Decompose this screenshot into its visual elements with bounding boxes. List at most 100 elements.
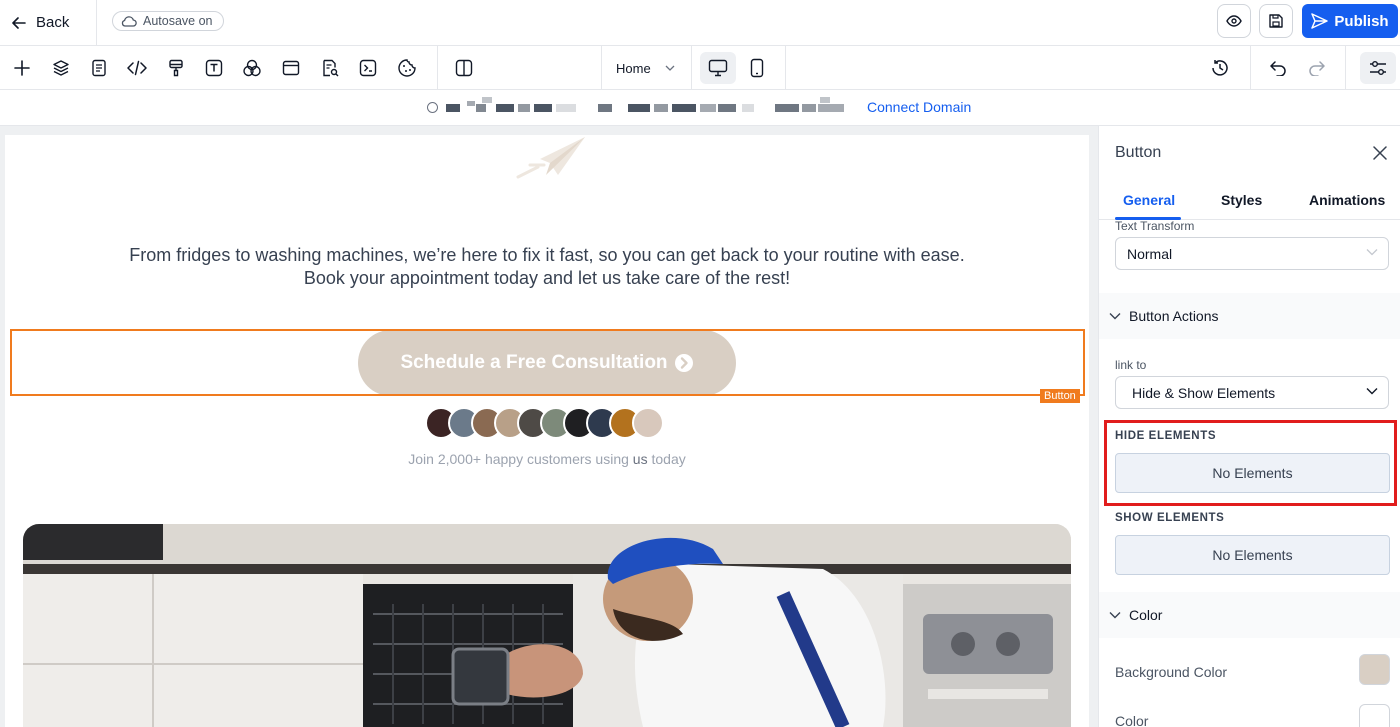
avatar: [632, 407, 664, 439]
join-text-prefix: Join 2,000+ happy customers using: [408, 451, 633, 467]
desktop-view-button[interactable]: [700, 52, 736, 84]
cookie-button[interactable]: [395, 56, 419, 80]
chevron-down-icon: [1366, 388, 1378, 395]
customer-avatars: [425, 407, 685, 439]
plus-icon: [14, 60, 30, 76]
connect-domain-link[interactable]: Connect Domain: [867, 99, 971, 115]
publish-label: Publish: [1334, 12, 1389, 30]
preview-button[interactable]: [1217, 4, 1251, 38]
sections-button[interactable]: [279, 56, 303, 80]
intro-text-line-2: Book your appointment today and let us t…: [303, 268, 791, 288]
link-to-select[interactable]: Hide & Show Elements: [1115, 376, 1389, 409]
editor-canvas: From fridges to washing machines, we’re …: [0, 126, 1098, 727]
styles-button[interactable]: [164, 56, 188, 80]
background-color-label: Background Color: [1115, 664, 1228, 680]
layers-button[interactable]: [49, 56, 73, 80]
text-color-swatch[interactable]: [1359, 704, 1390, 727]
color-section-toggle[interactable]: Color: [1099, 592, 1400, 638]
chevron-down-icon: [665, 65, 675, 71]
save-button[interactable]: [1259, 4, 1293, 38]
colors-button[interactable]: [240, 56, 264, 80]
intro-text[interactable]: From fridges to washing machines, we’re …: [5, 244, 1089, 290]
save-icon: [1269, 14, 1283, 28]
page-selector-value: Home: [616, 60, 651, 76]
color-label: Color: [1115, 713, 1149, 727]
technician-hero-image[interactable]: [23, 524, 1071, 727]
link-to-value: Hide & Show Elements: [1132, 384, 1276, 401]
toolbar-divider: [1345, 46, 1346, 90]
terminal-button[interactable]: [356, 56, 380, 80]
button-actions-section-toggle[interactable]: Button Actions: [1099, 293, 1400, 339]
panel-title: Button: [1115, 144, 1162, 161]
show-elements-label: SHOW ELEMENTS: [1115, 512, 1225, 524]
toolbar-divider: [437, 46, 438, 90]
history-button[interactable]: [1208, 56, 1232, 80]
settings-panel-button[interactable]: [1360, 52, 1396, 84]
colors-icon: [243, 59, 261, 77]
text-transform-select[interactable]: Normal: [1115, 237, 1389, 270]
history-icon: [1212, 60, 1228, 76]
selected-element-tag: Button: [1040, 389, 1080, 403]
paper-plane-icon: [516, 137, 585, 179]
tab-styles[interactable]: Styles: [1221, 192, 1262, 208]
seo-icon: [323, 59, 339, 77]
undo-icon: [1270, 61, 1286, 76]
toolbar-divider: [785, 46, 786, 90]
undo-button[interactable]: [1266, 56, 1290, 80]
pages-button[interactable]: [87, 56, 111, 80]
chevron-down-icon: [1109, 612, 1121, 619]
tab-animations[interactable]: Animations: [1309, 192, 1385, 208]
text-icon: [205, 59, 223, 77]
split-view-icon: [455, 59, 473, 77]
page-selector[interactable]: Home: [616, 46, 690, 90]
annotation-highlight: [1104, 420, 1397, 506]
arrow-left-icon: [12, 16, 26, 29]
desktop-icon: [708, 59, 728, 77]
toolbar-divider: [691, 46, 692, 90]
top-bar: Back Autosave on Publish: [0, 0, 1400, 46]
link-to-label: link to: [1115, 358, 1147, 372]
publish-button[interactable]: Publish: [1302, 4, 1398, 38]
redo-icon: [1309, 61, 1325, 76]
custom-code-button[interactable]: [125, 56, 149, 80]
page-preview[interactable]: From fridges to washing machines, we’re …: [5, 135, 1089, 727]
show-elements-value: No Elements: [1212, 547, 1293, 563]
redo-button[interactable]: [1305, 56, 1329, 80]
tab-general[interactable]: General: [1123, 192, 1175, 208]
show-elements-picker[interactable]: No Elements: [1115, 535, 1390, 575]
toolbar-divider: [601, 46, 602, 90]
background-color-swatch[interactable]: [1359, 654, 1390, 685]
close-icon: [1373, 146, 1387, 160]
autosave-badge: Autosave on: [112, 11, 224, 31]
terminal-icon: [359, 59, 377, 77]
settings-icon: [1370, 61, 1386, 75]
mobile-icon: [750, 58, 764, 78]
panel-tabs: General Styles Animations: [1099, 180, 1400, 220]
chevron-down-icon: [1366, 249, 1378, 256]
button-actions-label: Button Actions: [1129, 308, 1219, 324]
back-label: Back: [36, 14, 70, 31]
url-radio[interactable]: [427, 102, 438, 113]
back-button[interactable]: Back: [0, 0, 97, 45]
mobile-view-button[interactable]: [739, 52, 775, 84]
code-icon: [127, 60, 147, 76]
seo-button[interactable]: [318, 56, 342, 80]
intro-text-line-1: From fridges to washing machines, we’re …: [129, 245, 965, 265]
section-icon: [282, 60, 300, 76]
brush-icon: [169, 59, 183, 77]
social-proof-text[interactable]: Join 2,000+ happy customers using us tod…: [5, 451, 1089, 467]
toolbar-divider: [1250, 46, 1251, 90]
split-view-button[interactable]: [452, 56, 476, 80]
join-text-suffix: today: [647, 451, 686, 467]
technician-photo: [23, 524, 1071, 727]
url-bar: Connect Domain: [0, 90, 1400, 126]
add-element-button[interactable]: [10, 56, 34, 80]
send-icon: [1311, 13, 1329, 29]
layers-icon: [53, 60, 69, 76]
cloud-icon: [121, 16, 137, 27]
text-transform-label: Text Transform: [1115, 219, 1195, 233]
editor-toolbar: Home: [0, 46, 1400, 90]
text-button[interactable]: [202, 56, 226, 80]
close-panel-button[interactable]: [1371, 144, 1389, 162]
eye-icon: [1226, 15, 1242, 27]
